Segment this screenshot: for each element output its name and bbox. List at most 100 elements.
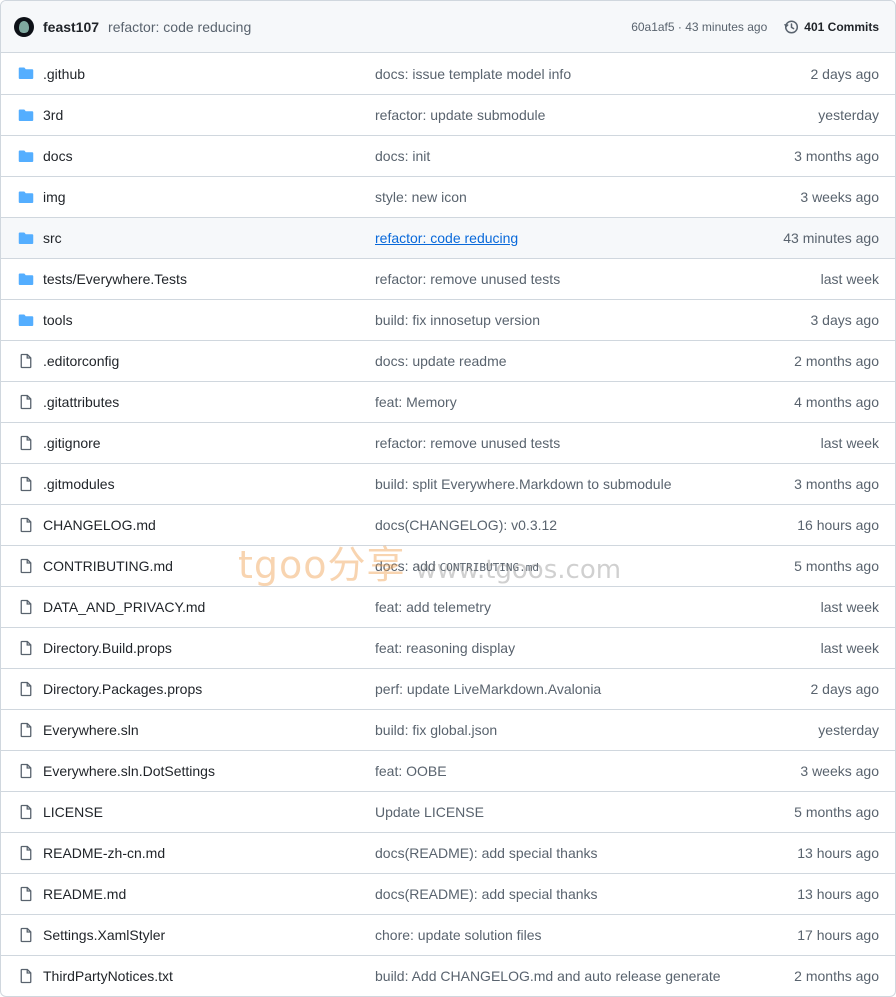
commit-message-link[interactable]: build: fix innosetup version [375, 312, 540, 328]
table-row[interactable]: Everywhere.sln.DotSettings feat: OOBE 3 we… [1, 750, 895, 791]
commit-time: last week [820, 435, 879, 451]
file-name-link[interactable]: Directory.Build.props [43, 640, 172, 656]
commit-message-text: refactor: remove unused tests [375, 435, 561, 451]
commits-link[interactable]: 401 Commits [783, 19, 879, 35]
file-name-link[interactable]: .gitignore [43, 435, 101, 451]
commit-message-link[interactable]: docs(README): add special thanks [375, 845, 598, 861]
commit-message-link[interactable]: refactor: code reducing [375, 230, 518, 246]
table-row[interactable]: CHANGELOG.md docs(CHANGELOG): v0.3.12 16 h… [1, 504, 895, 545]
file-name-link[interactable]: CHANGELOG.md [43, 517, 156, 533]
commit-message-link[interactable]: docs: add CONTRIBUTING.md [375, 558, 539, 574]
file-icon [18, 558, 34, 574]
table-row[interactable]: .github docs: issue template model info 2 … [1, 53, 895, 94]
file-name-link[interactable]: DATA_AND_PRIVACY.md [43, 599, 205, 615]
table-row[interactable]: Settings.XamlStyler chore: update solutio… [1, 914, 895, 955]
table-row[interactable]: src refactor: code reducing 43 minutes ago [1, 217, 895, 258]
commit-message-link[interactable]: refactor: update submodule [375, 107, 545, 123]
commit-author[interactable]: feast107 [43, 19, 99, 35]
folder-icon [18, 312, 34, 328]
file-name-link[interactable]: Everywhere.sln.DotSettings [43, 763, 215, 779]
file-icon [18, 640, 34, 656]
file-name-link[interactable]: LICENSE [43, 804, 103, 820]
folder-icon [18, 189, 34, 205]
commit-message-link[interactable]: feat: add telemetry [375, 599, 491, 615]
commit-time: 2 months ago [794, 968, 879, 984]
table-row[interactable]: LICENSE Update LICENSE 5 months ago [1, 791, 895, 832]
file-name-link[interactable]: 3rd [43, 107, 63, 123]
table-row[interactable]: README.md docs(README): add special thank… [1, 873, 895, 914]
table-row[interactable]: .gitattributes feat: Memory 4 months ago [1, 381, 895, 422]
file-name-link[interactable]: README.md [43, 886, 126, 902]
commit-time: 3 weeks ago [800, 189, 879, 205]
commit-message-text: refactor: update submodule [375, 107, 546, 123]
file-icon [18, 804, 34, 820]
commit-time: 5 months ago [794, 804, 879, 820]
file-name-link[interactable]: Settings.XamlStyler [43, 927, 165, 943]
file-icon [18, 886, 34, 902]
file-name-link[interactable]: ThirdPartyNotices.txt [43, 968, 173, 984]
commit-message-link[interactable]: refactor: remove unused tests [375, 435, 560, 451]
commit-message-link[interactable]: docs: issue template model info [375, 66, 571, 82]
commit-time: 2 days ago [810, 681, 880, 697]
commit-message-link[interactable]: Update LICENSE [375, 804, 484, 820]
table-row[interactable]: DATA_AND_PRIVACY.md feat: add telemetry la… [1, 586, 895, 627]
commit-message-link[interactable]: style: new icon [375, 189, 467, 205]
avatar[interactable] [14, 16, 34, 37]
table-row[interactable]: img style: new icon 3 weeks ago [1, 176, 895, 217]
table-row[interactable]: Directory.Build.props feat: reasoning dis… [1, 627, 895, 668]
commit-message-link[interactable]: build: split Everywhere.Markdown to subm… [375, 476, 671, 492]
commit-message-link[interactable]: feat: reasoning display [375, 640, 515, 656]
commit-message-link[interactable]: build: fix global.json [375, 722, 497, 738]
table-row[interactable]: tests/Everywhere.Tests refactor: remove u… [1, 258, 895, 299]
commit-message-link[interactable]: perf: update LiveMarkdown.Avalonia [375, 681, 601, 697]
commit-message-text: refactor: remove unused tests [375, 271, 561, 287]
file-name-link[interactable]: .gitattributes [43, 394, 119, 410]
file-name-link[interactable]: src [43, 230, 62, 246]
commit-message-link[interactable]: build: Add CHANGELOG.md and auto release… [375, 968, 721, 984]
file-name-link[interactable]: .editorconfig [43, 353, 119, 369]
table-row[interactable]: .gitignore refactor: remove unused tests l… [1, 422, 895, 463]
commit-message-text: Update LICENSE [375, 804, 484, 820]
commit-message-text: build: Add CHANGELOG.md and auto release… [375, 968, 721, 984]
commit-meta[interactable]: 60a1af5 · 43 minutes ago [631, 20, 767, 34]
commit-message-text: refactor: code reducing [375, 230, 519, 246]
folder-icon [18, 65, 34, 81]
commit-message-link[interactable]: feat: Memory [375, 394, 457, 410]
file-name-link[interactable]: tests/Everywhere.Tests [43, 271, 187, 287]
file-name-link[interactable]: docs [43, 148, 73, 164]
commit-message-text: feat: OOBE [375, 763, 447, 779]
commit-message-link[interactable]: feat: OOBE [375, 763, 447, 779]
commit-message-link[interactable]: docs(CHANGELOG): v0.3.12 [375, 517, 557, 533]
commit-message-link[interactable]: docs(README): add special thanks [375, 886, 598, 902]
file-name-link[interactable]: README-zh-cn.md [43, 845, 165, 861]
file-name-link[interactable]: Everywhere.sln [43, 722, 139, 738]
table-row[interactable]: README-zh-cn.md docs(README): add special… [1, 832, 895, 873]
file-name-link[interactable]: .github [43, 66, 85, 82]
table-row[interactable]: .editorconfig docs: update readme 2 months… [1, 340, 895, 381]
table-row[interactable]: tools build: fix innosetup version 3 days … [1, 299, 895, 340]
commit-message-link[interactable]: chore: update solution files [375, 927, 542, 943]
table-row[interactable]: CONTRIBUTING.md docs: add CONTRIBUTING.md… [1, 545, 895, 586]
table-row[interactable]: Directory.Packages.props perf: update Liv… [1, 668, 895, 709]
commit-message-link[interactable]: docs: update readme [375, 353, 507, 369]
commit-message-link[interactable]: docs: init [375, 148, 430, 164]
commit-message-link[interactable]: refactor: remove unused tests [375, 271, 560, 287]
table-row[interactable]: ThirdPartyNotices.txt build: Add CHANGELO… [1, 955, 895, 996]
table-row[interactable]: docs docs: init 3 months ago [1, 135, 895, 176]
file-name-link[interactable]: CONTRIBUTING.md [43, 558, 173, 574]
folder-icon [18, 148, 34, 164]
commit-message[interactable]: refactor: code reducing [108, 19, 251, 35]
file-name-link[interactable]: img [43, 189, 66, 205]
file-name-link[interactable]: tools [43, 312, 73, 328]
table-row[interactable]: 3rd refactor: update submodule yesterday [1, 94, 895, 135]
file-name-link[interactable]: .gitmodules [43, 476, 115, 492]
commit-time: yesterday [818, 722, 879, 738]
table-row[interactable]: Everywhere.sln build: fix global.json yest… [1, 709, 895, 750]
file-name-link[interactable]: Directory.Packages.props [43, 681, 202, 697]
commit-message-text: feat: reasoning display [375, 640, 516, 656]
folder-icon [18, 230, 34, 246]
commit-message-text: perf: update LiveMarkdown.Avalonia [375, 681, 602, 697]
table-row[interactable]: .gitmodules build: split Everywhere.Markd… [1, 463, 895, 504]
file-icon [18, 353, 34, 369]
commit-time: 3 weeks ago [800, 763, 879, 779]
